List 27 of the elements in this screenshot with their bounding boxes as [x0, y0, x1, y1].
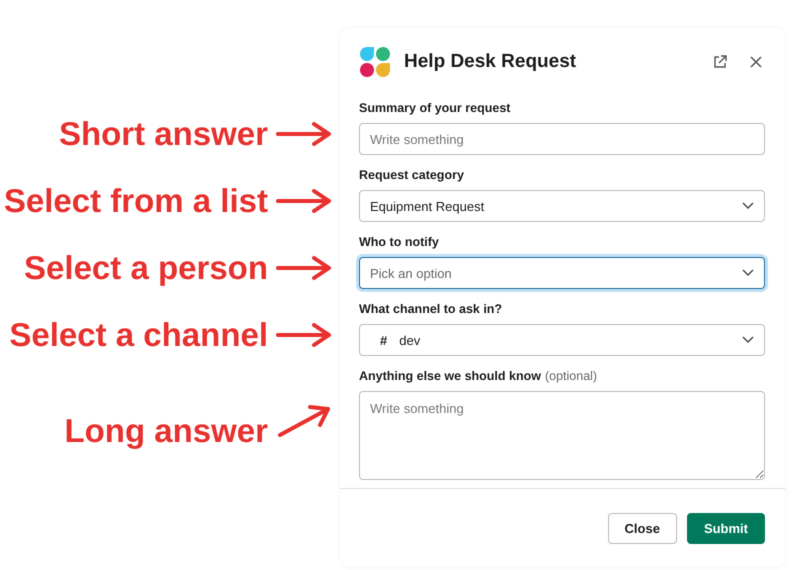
arrow: [274, 322, 334, 348]
arrow: [274, 188, 334, 214]
annotation-label: Select a channel: [9, 316, 268, 354]
logo-icon: [360, 46, 390, 76]
optional-hint: (optional): [544, 369, 598, 383]
annotation-label: Long answer: [64, 412, 268, 450]
arrow: [274, 254, 334, 280]
field-label: Request category: [359, 168, 465, 182]
annotation-label: Select from a list: [4, 182, 268, 220]
field-label: What channel to ask in?: [359, 302, 504, 316]
field-label: Who to notify: [359, 235, 440, 249]
close-button[interactable]: Close: [608, 512, 677, 544]
dialog-title: Help Desk Request: [404, 50, 576, 72]
annotation-label: Short answer: [58, 114, 268, 152]
chevron-down-icon: [742, 202, 754, 210]
chevron-down-icon: [742, 269, 754, 277]
dropdown-field[interactable]: # dev: [359, 324, 765, 356]
chevron-down-icon: [742, 336, 754, 344]
annotation-label: Select a person: [24, 248, 268, 286]
text-area-field[interactable]: Write something: [359, 391, 765, 480]
text-input-field[interactable]: Write something: [359, 123, 765, 155]
field-label: Summary of your request: [359, 101, 512, 115]
dropdown-field[interactable]: Equipment Request: [359, 190, 765, 222]
arrow: [274, 120, 334, 146]
submit-button[interactable]: Submit: [686, 512, 765, 544]
dropdown-field[interactable]: Pick an option: [359, 257, 765, 289]
field-label: Anything else we should know: [359, 369, 541, 383]
